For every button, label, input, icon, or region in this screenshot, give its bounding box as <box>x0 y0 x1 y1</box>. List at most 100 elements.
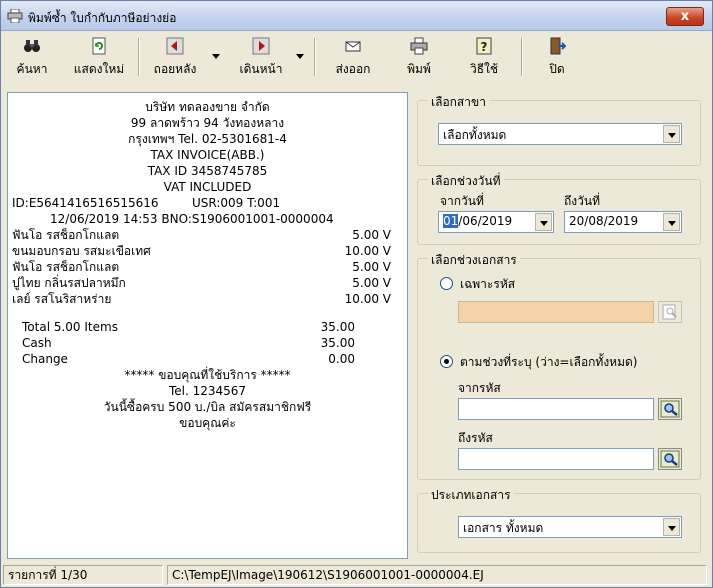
branch-group: เลือกสาขา เลือกทั้งหมด <box>417 93 701 166</box>
doc-range-group: เลือกช่วงเอกสาร เฉพาะรหัส ตามช่วงที่ระบุ… <box>417 251 701 480</box>
doc-type-select[interactable]: เอกสาร ทั้งหมด <box>458 516 682 538</box>
chevron-down-icon[interactable] <box>535 213 552 231</box>
close-window-button[interactable]: x <box>666 7 704 26</box>
show-all-button[interactable]: แสดงใหม่ <box>67 35 131 81</box>
print-window: พิมพ์ซ้ำ ใบกำกับภาษีอย่างย่อ x ค้นหา แสด… <box>0 0 713 588</box>
from-date-picker[interactable]: 01/06/2019 <box>438 211 554 233</box>
forward-label: เดินหน้า <box>239 62 283 76</box>
export-label: ส่งออก <box>335 62 371 76</box>
receipt-item-name: ปูไทย กลิ่นรสปลาหมึก <box>12 276 126 290</box>
show-all-label: แสดงใหม่ <box>73 62 125 76</box>
branch-select-value: เลือกทั้งหมด <box>443 128 507 142</box>
receipt-id-row: ID:E5641416516515616 USR:009 T:001 <box>8 195 407 211</box>
to-code-lookup-button[interactable] <box>658 448 682 470</box>
receipt-item-amount: 5.00 V <box>352 260 391 274</box>
receipt-preview[interactable]: บริษัท ทดลองขาย จำกัด 99 ลาดพร้าว 94 วัง… <box>7 92 408 559</box>
specific-code-radio[interactable] <box>440 277 453 290</box>
printer-icon <box>7 9 23 23</box>
toolbar-separator <box>521 38 523 76</box>
receipt-footer-line: ***** ขอบคุณที่ใช้บริการ ***** <box>124 368 291 382</box>
specific-code-field[interactable] <box>458 301 654 323</box>
doc-type-title: ประเภทเอกสาร <box>428 486 514 505</box>
receipt-item-amount: 10.00 V <box>344 292 391 306</box>
doc-type-select-value: เอกสาร ทั้งหมด <box>463 521 544 535</box>
help-icon: ? <box>476 37 492 55</box>
specific-code-lookup-button[interactable] <box>658 301 682 323</box>
receipt-footer-line: ขอบคุณค่ะ <box>179 416 236 430</box>
find-label: ค้นหา <box>16 62 48 76</box>
receipt-header-line: VAT INCLUDED <box>163 180 252 194</box>
chevron-down-icon[interactable] <box>663 125 680 143</box>
receipt-id: ID:E5641416516515616 <box>12 196 159 210</box>
toolbar-separator <box>138 38 140 76</box>
receipt-header-line: TAX INVOICE(ABB.) <box>150 148 265 162</box>
receipt-item-name: ฟันโอ รสช็อกโกแลต <box>12 260 120 274</box>
back-button[interactable]: ถอยหลัง <box>146 35 204 81</box>
from-code-field[interactable] <box>458 398 654 420</box>
receipt-user: USR:009 T:001 <box>192 196 281 210</box>
binoculars-icon <box>24 40 40 52</box>
export-button[interactable]: ส่งออก <box>328 35 378 81</box>
receipt-total-label: Total 5.00 Items <box>22 320 118 334</box>
exit-door-icon <box>550 37 566 55</box>
specific-code-label[interactable]: เฉพาะรหัส <box>460 275 515 294</box>
receipt-change-value: 0.00 <box>328 352 355 366</box>
to-code-field[interactable] <box>458 448 654 470</box>
toolbar-separator <box>314 38 316 76</box>
to-date-value: 20/08/2019 <box>569 214 639 228</box>
receipt-item: ขนมอบกรอบ รสมะเขือเทศ 10.00 V <box>8 243 407 259</box>
forward-button[interactable]: เดินหน้า <box>232 35 290 81</box>
find-button[interactable]: ค้นหา <box>7 35 57 81</box>
to-code-label: ถึงรหัส <box>458 431 493 445</box>
doc-range-title: เลือกช่วงเอกสาร <box>428 251 520 270</box>
from-code-lookup-button[interactable] <box>658 398 682 420</box>
arrow-right-icon <box>252 37 270 55</box>
record-counter: รายการที่ 1/30 <box>3 565 163 585</box>
back-dropdown-icon[interactable] <box>212 54 220 59</box>
receipt-item-name: ขนมอบกรอบ รสมะเขือเทศ <box>12 244 151 258</box>
receipt-item-name: ฟันโอ รสช็อกโกแลต <box>12 228 120 242</box>
howto-button[interactable]: ? วิธีใช้ <box>461 35 507 81</box>
chevron-down-icon[interactable] <box>663 213 680 231</box>
svg-text:?: ? <box>481 40 488 54</box>
close-button[interactable]: ปิด <box>537 35 577 81</box>
receipt-change-row: Change 0.00 <box>8 351 407 367</box>
receipt-item-amount: 5.00 V <box>352 228 391 242</box>
receipt-total-value: 35.00 <box>320 320 355 334</box>
search-icon <box>660 450 680 468</box>
branch-group-title: เลือกสาขา <box>428 93 489 112</box>
print-label: พิมพ์ <box>407 62 431 76</box>
date-range-title: เลือกช่วงวันที่ <box>428 172 504 191</box>
arrow-left-icon <box>166 37 184 55</box>
receipt-item-amount: 10.00 V <box>344 244 391 258</box>
branch-select[interactable]: เลือกทั้งหมด <box>438 123 682 145</box>
date-range-group: เลือกช่วงวันที่ จากวันที่ ถึงวันที่ 01/0… <box>417 172 701 245</box>
range-code-radio[interactable] <box>440 355 453 368</box>
to-date-picker[interactable]: 20/08/2019 <box>564 211 682 233</box>
status-bar: รายการที่ 1/30 C:\TempEJ\Image\190612\S1… <box>1 563 712 587</box>
receipt-header-line: TAX ID 3458745785 <box>147 164 268 178</box>
receipt-footer-line: วันนี้ซื้อครบ 500 บ./บิล สมัครสมาชิกฟรี <box>103 400 312 414</box>
receipt-cash-label: Cash <box>22 336 52 350</box>
receipt-item: ปูไทย กลิ่นรสปลาหมึก 5.00 V <box>8 275 407 291</box>
export-icon <box>345 41 361 52</box>
window-title: พิมพ์ซ้ำ ใบกำกับภาษีอย่างย่อ <box>28 11 177 25</box>
print-button[interactable]: พิมพ์ <box>396 35 442 81</box>
from-date-label: จากวันที่ <box>440 194 484 208</box>
receipt-date-row: 12/06/2019 14:53 BNO:S1906001001-0000004 <box>8 211 407 227</box>
lookup-icon <box>662 304 677 320</box>
back-label: ถอยหลัง <box>153 62 197 76</box>
from-date-day: 01 <box>443 214 459 228</box>
doc-type-group: ประเภทเอกสาร เอกสาร ทั้งหมด <box>417 486 701 553</box>
receipt-footer-line: Tel. 1234567 <box>168 384 247 398</box>
chevron-down-icon[interactable] <box>663 518 680 536</box>
receipt-cash-row: Cash 35.00 <box>8 335 407 351</box>
to-date-label: ถึงวันที่ <box>564 194 600 208</box>
from-date-value: 01/06/2019 <box>443 214 512 228</box>
range-code-label[interactable]: ตามช่วงที่ระบุ (ว่าง=เลือกทั้งหมด) <box>460 353 637 372</box>
from-code-label: จากรหัส <box>458 381 501 395</box>
receipt-item: ฟันโอ รสช็อกโกแลต 5.00 V <box>8 227 407 243</box>
receipt-item: ฟันโอ รสช็อกโกแลต 5.00 V <box>8 259 407 275</box>
forward-dropdown-icon[interactable] <box>296 54 304 59</box>
title-bar[interactable]: พิมพ์ซ้ำ ใบกำกับภาษีอย่างย่อ x <box>1 1 712 31</box>
